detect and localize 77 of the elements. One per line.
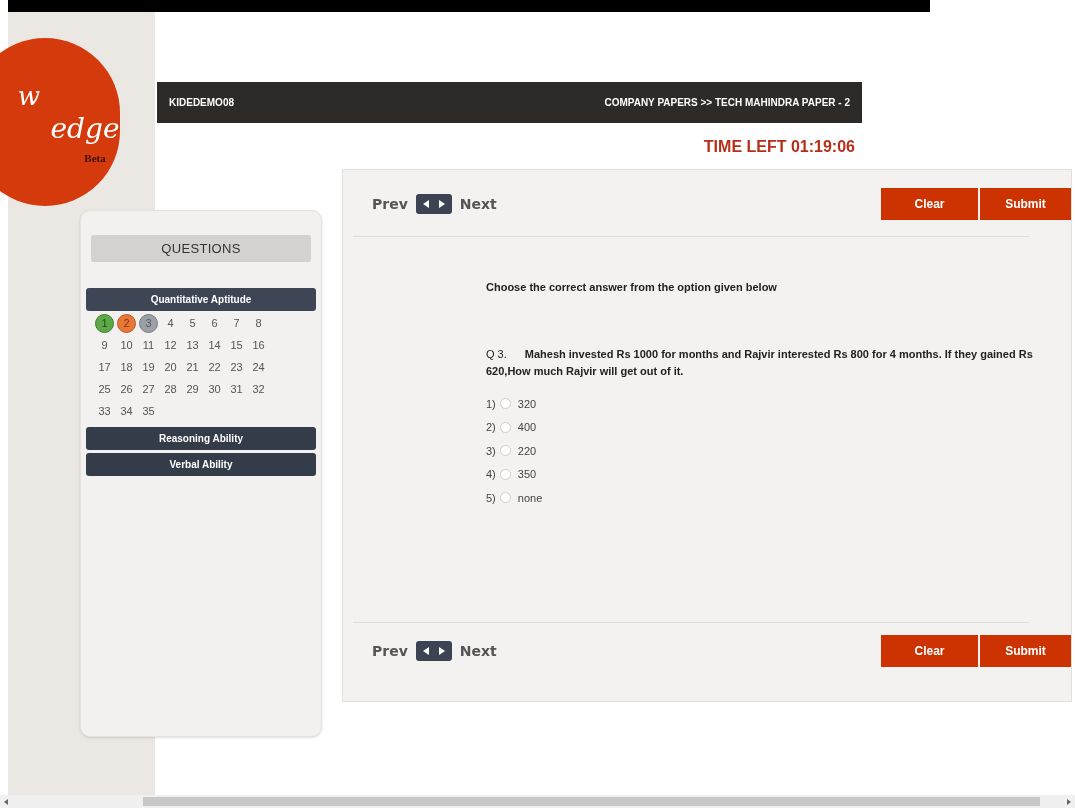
left-arrow-icon <box>422 200 429 208</box>
right-arrow-icon <box>438 200 445 208</box>
question-number[interactable]: 27 <box>139 380 158 399</box>
left-arrow-icon <box>422 647 429 655</box>
question-number[interactable]: 5 <box>183 314 202 333</box>
radio-button[interactable] <box>499 492 511 504</box>
question-number[interactable]: 30 <box>205 380 224 399</box>
option-number: 5) <box>486 490 496 506</box>
arrow-buttons[interactable] <box>415 194 452 214</box>
question-number[interactable]: 13 <box>183 336 202 355</box>
question-number[interactable]: 35 <box>139 402 158 421</box>
section-header[interactable]: Reasoning Ability <box>86 427 316 450</box>
radio-button[interactable] <box>499 468 511 480</box>
question-number[interactable]: 31 <box>227 380 246 399</box>
prev-button[interactable]: Prev <box>372 640 408 662</box>
option-number: 1) <box>486 396 496 412</box>
right-arrow-icon <box>1067 798 1071 805</box>
clear-button[interactable]: Clear <box>881 635 978 667</box>
scrollbar-thumb[interactable] <box>143 797 1040 806</box>
question-number[interactable]: 19 <box>139 358 158 377</box>
user-id: KIDEDEMO08 <box>169 96 234 110</box>
question-number[interactable]: 12 <box>161 336 180 355</box>
question-number[interactable]: 22 <box>205 358 224 377</box>
logo-beta-text: Beta <box>84 151 106 167</box>
section-header[interactable]: Quantitative Aptitude <box>86 288 316 311</box>
right-arrow-icon <box>438 647 445 655</box>
question-text: Q 3. Mahesh invested Rs 1000 for months and Rajvir interested Rs 800 for 4 months. If they gained Rs 620,How much Rajvir will get out of it. <box>486 346 1034 379</box>
question-number[interactable]: 18 <box>117 358 136 377</box>
submit-button[interactable]: Submit <box>980 635 1071 667</box>
question-number[interactable]: 16 <box>249 336 268 355</box>
option-number: 3) <box>486 443 496 459</box>
next-button[interactable]: Next <box>459 193 497 215</box>
option-label: 320 <box>517 396 537 412</box>
breadcrumb: COMPANY PAPERS >> TECH MAHINDRA PAPER - 2 <box>604 96 850 110</box>
radio-button[interactable] <box>499 421 511 433</box>
logo-text: edge <box>50 111 120 148</box>
radio-button[interactable] <box>499 445 511 457</box>
question-number[interactable]: 25 <box>95 380 114 399</box>
question-number[interactable]: 24 <box>249 358 268 377</box>
left-arrow-icon <box>4 798 8 805</box>
instruction: Choose the correct answer from the option given below <box>486 280 778 295</box>
question-number[interactable]: 28 <box>161 380 180 399</box>
question-number[interactable]: 15 <box>227 336 246 355</box>
question-number[interactable]: 29 <box>183 380 202 399</box>
question-number[interactable]: 4 <box>161 314 180 333</box>
horizontal-scrollbar[interactable] <box>0 795 1075 808</box>
question-number[interactable]: 9 <box>95 336 114 355</box>
time-left: TIME LEFT 01:19:06 <box>703 137 855 157</box>
question-number[interactable]: 23 <box>227 358 246 377</box>
option-label: 350 <box>517 467 537 482</box>
next-button[interactable]: Next <box>459 640 497 662</box>
arrow-buttons[interactable] <box>415 641 452 661</box>
option-label: 220 <box>517 443 537 459</box>
questions-heading: QUESTIONS <box>91 235 311 262</box>
question-number[interactable]: 7 <box>227 314 246 333</box>
option-label: 400 <box>517 420 537 435</box>
question-number[interactable]: 32 <box>249 380 268 399</box>
submit-button[interactable]: Submit <box>980 188 1071 220</box>
question-number[interactable]: 20 <box>161 358 180 377</box>
question-number[interactable]: 6 <box>205 314 224 333</box>
prev-button[interactable]: Prev <box>372 193 408 215</box>
question-number[interactable]: 10 <box>117 336 136 355</box>
question-number[interactable]: 21 <box>183 358 202 377</box>
clear-button[interactable]: Clear <box>881 188 978 220</box>
question-number[interactable]: 8 <box>249 314 268 333</box>
option-label: none <box>517 490 543 506</box>
question-number[interactable]: 11 <box>139 336 158 355</box>
question-number[interactable]: 17 <box>95 358 114 377</box>
option-number: 2) <box>486 420 496 435</box>
section-header[interactable]: Verbal Ability <box>86 453 316 476</box>
question-number[interactable]: 14 <box>205 336 224 355</box>
option-number: 4) <box>486 467 496 482</box>
question-number[interactable]: 33 <box>95 402 114 421</box>
question-number[interactable]: 26 <box>117 380 136 399</box>
logo-text: w <box>17 80 40 114</box>
radio-button[interactable] <box>499 398 511 410</box>
question-number[interactable]: 34 <box>117 402 136 421</box>
